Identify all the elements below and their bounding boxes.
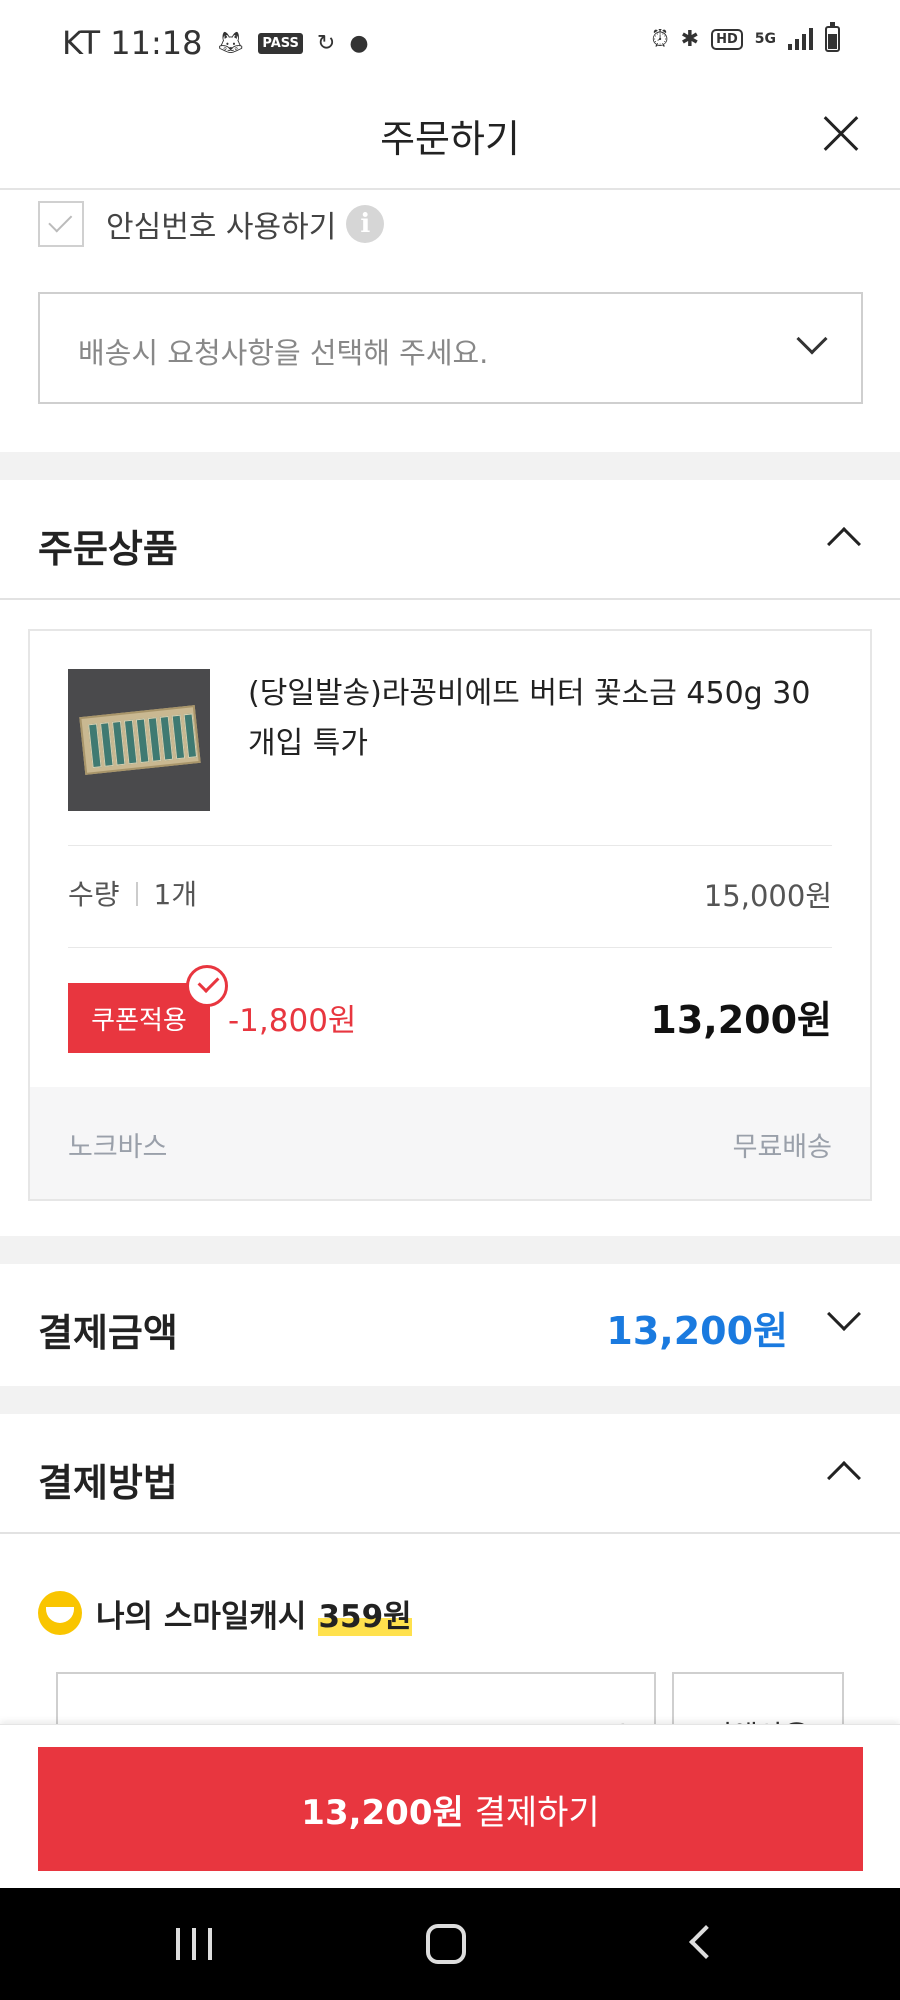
status-left: KT 11:18 🦊︎ PASS ↻ ●	[62, 24, 369, 62]
separator	[135, 882, 138, 906]
section-divider	[0, 452, 900, 480]
product-thumbnail	[68, 669, 210, 811]
check-icon	[48, 208, 73, 233]
shipping-fee: 무료배송	[732, 1132, 832, 1163]
safe-number-option[interactable]: 안심번호 사용하기 i	[38, 200, 385, 248]
signal-icon	[788, 28, 813, 50]
coupon-applied-check-icon	[186, 965, 228, 1007]
page-title: 주문하기	[380, 117, 520, 161]
payment-amount-title: 결제금액	[38, 1311, 178, 1355]
back-icon[interactable]	[689, 1925, 723, 1959]
hd-icon: HD	[711, 28, 743, 50]
payment-method-title: 결제방법	[38, 1461, 178, 1505]
chevron-up-icon	[827, 527, 861, 561]
smile-cash-icon	[38, 1591, 82, 1635]
order-items-title: 주문상품	[38, 527, 178, 571]
recent-apps-icon[interactable]	[176, 1928, 212, 1960]
safe-number-checkbox[interactable]	[38, 201, 84, 247]
chevron-down-icon	[827, 1297, 861, 1331]
divider	[68, 947, 832, 948]
info-icon[interactable]: i	[346, 205, 385, 243]
payment-amount-header[interactable]: 결제금액 13,200원	[0, 1264, 900, 1384]
payment-method-header[interactable]: 결제방법	[0, 1414, 900, 1534]
5g-icon: 5G	[754, 31, 776, 47]
close-icon[interactable]	[814, 108, 866, 160]
delivery-request-select[interactable]: 배송시 요청사항을 선택해 주세요.	[38, 292, 863, 404]
payment-total: 13,200원	[606, 1309, 788, 1353]
product-name: (당일발송)라꽁비에뜨 버터 꽃소금 450g 30개입 특가	[248, 676, 811, 761]
fox-icon: 🦊︎	[216, 30, 245, 56]
smile-cash-label: 나의 스마일캐시	[96, 1598, 307, 1635]
app-notification-icon: ↻	[316, 30, 336, 56]
quantity: 수량 1개	[68, 873, 197, 913]
bluetooth-icon: ✱	[680, 26, 700, 52]
section-divider	[0, 1386, 900, 1414]
safe-number-label: 안심번호 사용하기	[106, 210, 337, 245]
alarm-icon: ⏰︎	[651, 26, 669, 52]
system-nav-bar	[0, 1888, 900, 2000]
pay-button-label: 결제하기	[474, 1792, 600, 1833]
section-divider	[0, 1236, 900, 1264]
seller-name: 노크바스	[68, 1132, 168, 1163]
quantity-value: 1개	[153, 878, 198, 911]
pay-button[interactable]: 13,200원 결제하기	[38, 1747, 863, 1871]
smile-cash-row: 나의 스마일캐시 359원	[38, 1588, 412, 1638]
battery-icon	[825, 22, 840, 52]
seller-shipping-row: 노크바스 무료배송	[30, 1087, 870, 1199]
status-right: ⏰︎ ✱ HD 5G	[651, 22, 840, 52]
page-header: 주문하기	[0, 90, 900, 190]
bottom-pay-bar: 13,200원 결제하기	[0, 1724, 900, 1888]
dot-icon: ●	[349, 30, 369, 56]
order-items-header[interactable]: 주문상품	[0, 480, 900, 600]
pay-button-amount: 13,200원	[301, 1792, 464, 1833]
carrier-time: KT 11:18	[62, 24, 203, 62]
product-card: (당일발송)라꽁비에뜨 버터 꽃소금 450g 30개입 특가 수량 1개 15,…	[28, 629, 872, 1201]
smile-cash-balance: 359원	[318, 1590, 412, 1636]
pass-icon: PASS	[258, 32, 303, 54]
item-final-price: 13,200원	[650, 998, 832, 1042]
delivery-request-placeholder: 배송시 요청사항을 선택해 주세요.	[78, 336, 489, 370]
chevron-up-icon	[827, 1461, 861, 1495]
status-bar: KT 11:18 🦊︎ PASS ↻ ● ⏰︎ ✱ HD 5G	[0, 0, 900, 90]
original-price: 15,000원	[703, 879, 832, 913]
discount-amount: -1,800원	[228, 1003, 357, 1039]
quantity-label: 수량	[68, 878, 120, 911]
home-icon[interactable]	[426, 1924, 466, 1964]
chevron-down-icon	[796, 323, 828, 355]
divider	[68, 845, 832, 846]
